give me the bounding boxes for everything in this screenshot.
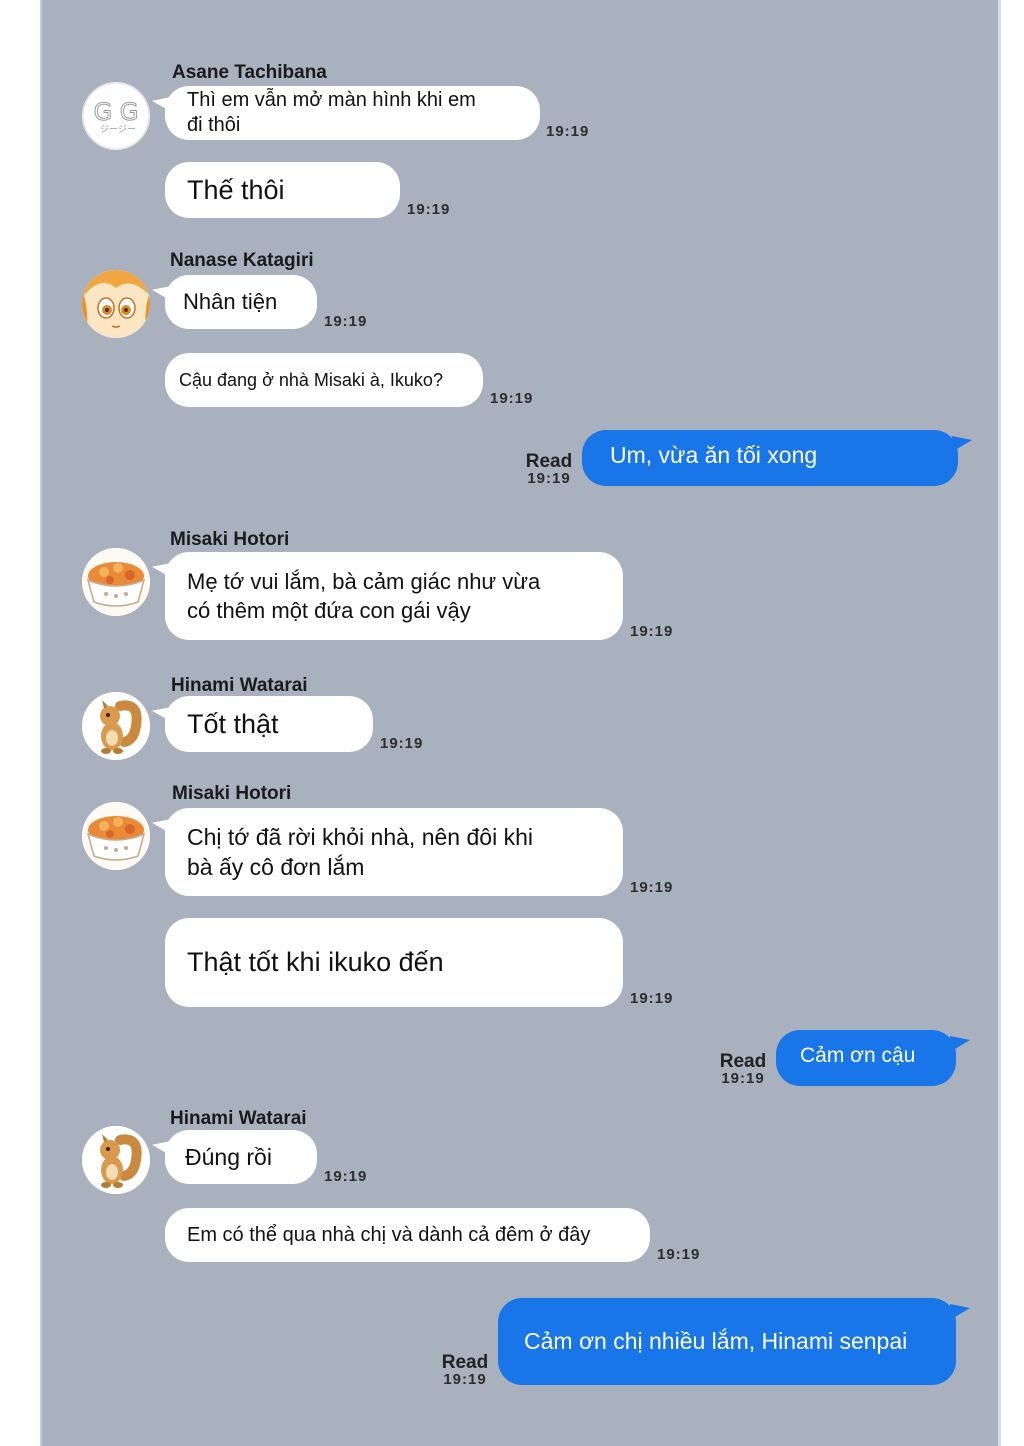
message-time: 19:19 bbox=[490, 390, 534, 407]
message-text: Nhân tiện bbox=[183, 289, 278, 314]
outgoing-message-bubble[interactable]: Um, vừa ăn tối xong bbox=[582, 430, 972, 486]
food-bowl-avatar-icon[interactable] bbox=[82, 802, 150, 870]
message-text: Tốt thật bbox=[187, 708, 279, 739]
sender-name: Hinami Watarai bbox=[170, 1108, 307, 1129]
squirrel-avatar-icon[interactable] bbox=[82, 692, 150, 760]
message-bubble[interactable]: Cậu đang ở nhà Misaki à, Ikuko? bbox=[165, 353, 483, 407]
message-time: 19:19 bbox=[657, 1246, 701, 1263]
right-divider bbox=[998, 0, 1001, 1446]
outgoing-message-bubble[interactable]: Cảm ơn chị nhiều lắm, Hinami senpai bbox=[498, 1298, 970, 1385]
message-bubble[interactable]: Thì em vẫn mở màn hình khi em đi thôi bbox=[165, 86, 540, 140]
message-time: 19:19 bbox=[630, 623, 674, 640]
read-receipt: Read 19:19 bbox=[522, 452, 576, 486]
message-time: 19:19 bbox=[324, 1168, 368, 1185]
left-divider bbox=[40, 0, 42, 1446]
message-bubble[interactable]: Thật tốt khi ikuko đến bbox=[165, 918, 623, 1007]
message-text: Thế thôi bbox=[187, 174, 285, 205]
squirrel-avatar-icon[interactable] bbox=[82, 1126, 150, 1194]
anime-girl-avatar-icon[interactable] bbox=[82, 270, 150, 338]
message-text: Thật tốt khi ikuko đến bbox=[187, 947, 444, 977]
message-text: Chị tớ đã rời khỏi nhà, nên đôi khi bà ấ… bbox=[187, 824, 533, 880]
message-bubble[interactable]: Chị tớ đã rời khỏi nhà, nên đôi khi bà ấ… bbox=[165, 808, 623, 896]
gg-logo-icon[interactable]: G G ジージー bbox=[82, 82, 150, 150]
outgoing-message-bubble[interactable]: Cảm ơn cậu bbox=[776, 1030, 970, 1086]
message-time: 19:19 bbox=[443, 1371, 487, 1388]
message-text: Cảm ơn cậu bbox=[800, 1044, 916, 1067]
sender-name: Asane Tachibana bbox=[172, 62, 327, 83]
message-time: 19:19 bbox=[527, 470, 571, 487]
message-time: 19:19 bbox=[407, 201, 451, 218]
sender-name: Misaki Hotori bbox=[172, 783, 292, 804]
message-time: 19:19 bbox=[546, 123, 590, 140]
message-bubble[interactable]: Em có thể qua nhà chị và dành cả đêm ở đ… bbox=[165, 1208, 650, 1262]
message-text: Cậu đang ở nhà Misaki à, Ikuko? bbox=[179, 369, 443, 390]
svg-text:G G: G G bbox=[94, 98, 139, 126]
message-bubble[interactable]: Tốt thật bbox=[165, 696, 373, 752]
message-time: 19:19 bbox=[630, 990, 674, 1007]
message-text: Um, vừa ăn tối xong bbox=[610, 442, 818, 468]
message-bubble[interactable]: Thế thôi bbox=[165, 162, 400, 218]
message-time: 19:19 bbox=[324, 313, 368, 330]
message-bubble[interactable]: Nhân tiện bbox=[165, 275, 317, 329]
sender-name: Nanase Katagiri bbox=[170, 250, 314, 271]
message-time: 19:19 bbox=[380, 735, 424, 752]
svg-text:ジージー: ジージー bbox=[100, 125, 136, 135]
message-time: 19:19 bbox=[721, 1070, 765, 1087]
read-label: Read bbox=[441, 1352, 489, 1373]
read-label: Read bbox=[719, 1051, 767, 1072]
sender-name: Misaki Hotori bbox=[170, 529, 290, 550]
read-receipt: Read 19:19 bbox=[438, 1353, 492, 1387]
message-text: Cảm ơn chị nhiều lắm, Hinami senpai bbox=[524, 1328, 908, 1354]
message-text: Đúng rồi bbox=[185, 1143, 272, 1170]
message-time: 19:19 bbox=[630, 879, 674, 896]
message-bubble[interactable]: Đúng rồi bbox=[165, 1130, 317, 1184]
read-receipt: Read 19:19 bbox=[716, 1052, 770, 1086]
food-bowl-avatar-icon[interactable] bbox=[82, 548, 150, 616]
read-label: Read bbox=[525, 451, 573, 472]
message-bubble[interactable]: Mẹ tớ vui lắm, bà cảm giác như vừa có th… bbox=[165, 552, 623, 640]
message-text: Em có thể qua nhà chị và dành cả đêm ở đ… bbox=[187, 1223, 591, 1246]
sender-name: Hinami Watarai bbox=[171, 675, 308, 696]
message-text: Thì em vẫn mở màn hình khi em đi thôi bbox=[187, 89, 476, 136]
message-text: Mẹ tớ vui lắm, bà cảm giác như vừa có th… bbox=[187, 569, 541, 623]
